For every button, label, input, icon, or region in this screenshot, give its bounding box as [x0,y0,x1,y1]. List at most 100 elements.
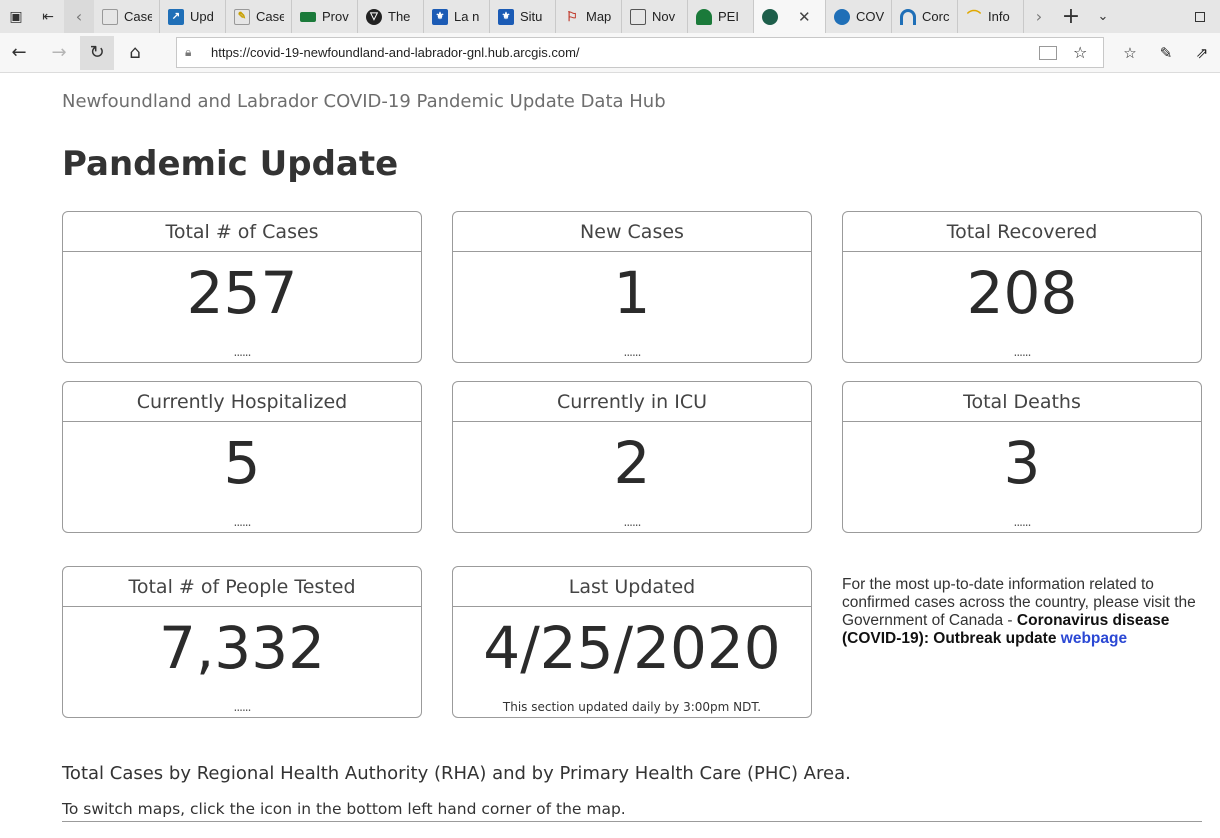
card-footer: ...... [233,700,252,714]
card-value: 257 [186,259,298,327]
card-value: 208 [966,259,1078,327]
arc-icon [834,8,850,25]
tab-3[interactable]: Prov [292,0,358,33]
favorites-list-icon[interactable]: ☆ [1112,44,1148,62]
lock-icon: 🔒︎ [185,45,192,59]
card-label: Total Recovered [843,212,1201,252]
tab-menu-chevron-icon[interactable]: ⌄ [1088,0,1118,33]
tab-manager-icon[interactable]: ▣ [0,0,32,33]
divider [62,821,1202,822]
card-label: Currently Hospitalized [63,382,421,422]
home-icon[interactable]: ⌂ [116,33,154,73]
green-flag-icon [300,11,316,22]
nav-bar: ← → ↻ ⌂ 🔒︎ https://covid-19-newfoundland… [0,33,1220,73]
tab-active[interactable]: ✕ [754,0,826,33]
tab-scroll-left-icon[interactable]: ‹ [64,0,94,33]
forward-icon[interactable]: → [40,33,78,73]
card-value: 3 [1003,429,1041,497]
total-cases-card: Total # of Cases 257 ...... [62,211,422,363]
refresh-icon[interactable]: ↻ [80,35,114,70]
tab-title: Case [256,9,284,24]
hospitalized-card: Currently Hospitalized 5 ...... [62,381,422,533]
rha-section-heading: Total Cases by Regional Health Authority… [62,763,851,784]
tab-4[interactable]: ▽ The [358,0,424,33]
card-footer: ...... [233,345,252,359]
notes-pen-icon[interactable]: ✎ [1148,44,1184,62]
back-icon[interactable]: ← [0,33,38,73]
total-recovered-card: Total Recovered 208 ...... [842,211,1202,363]
fleur-de-lis-icon: ⚜ [432,8,448,25]
tab-title: Info [988,9,1010,24]
tab-9[interactable]: PEI [688,0,754,33]
tab-title: COV [856,9,884,24]
tab-2[interactable]: ✎ Case [226,0,292,33]
tab-12[interactable]: ⌒ Info [958,0,1024,33]
tab-title: Nov [652,9,676,24]
tab-5[interactable]: ⚜ La n [424,0,490,33]
card-label: New Cases [453,212,811,252]
card-footer: ...... [1013,515,1032,529]
card-label: Last Updated [453,567,811,607]
tab-title: Prov [322,9,349,24]
address-bar[interactable]: 🔒︎ https://covid-19-newfoundland-and-lab… [176,37,1104,68]
card-value: 1 [613,259,651,327]
tab-11[interactable]: Corc [892,0,958,33]
card-label: Total # of Cases [63,212,421,252]
card-footer: ...... [623,515,642,529]
image-icon [630,8,646,25]
card-footer: ...... [623,345,642,359]
people-tested-card: Total # of People Tested 7,332 ...... [62,566,422,718]
page-title: Pandemic Update [62,144,399,184]
tab-7[interactable]: ⚐ Map [556,0,622,33]
pei-icon [696,8,712,25]
card-value: 2 [613,429,651,497]
tab-title: Corc [922,9,950,24]
tab-title: Map [586,9,612,24]
set-aside-tabs-icon[interactable]: ⇤ [32,0,64,33]
tab-strip: ▣ ⇤ ‹ Case ↗ Upd ✎ Case Prov ▽ The ⚜ La n ⚜ S… [0,0,1220,33]
chart-icon: ↗ [168,8,184,25]
url-text[interactable]: https://covid-19-newfoundland-and-labrad… [211,45,1039,60]
tab-8[interactable]: Nov [622,0,688,33]
tab-1[interactable]: ↗ Upd [160,0,226,33]
tab-title: Case [124,9,152,24]
new-tab-icon[interactable]: + [1054,0,1088,33]
card-footer: ...... [1013,345,1032,359]
restore-window-icon[interactable] [1180,0,1220,33]
document-icon [102,8,118,25]
tab-title: Upd [190,9,214,24]
info-text: For the most up-to-date information rela… [842,576,1204,648]
card-value: 4/25/2020 [483,614,781,682]
tab-title: PEI [718,9,739,24]
card-label: Total # of People Tested [63,567,421,607]
switch-maps-instruction: To switch maps, click the icon in the bo… [62,800,626,818]
pencil-document-icon: ✎ [234,8,250,25]
webpage-link[interactable]: webpage [1061,630,1127,647]
tab-10[interactable]: COV [826,0,892,33]
card-footer-note: This section updated daily by 3:00pm NDT… [502,700,762,714]
tab-scroll-right-icon[interactable]: › [1024,0,1054,33]
arc-icon [900,8,916,25]
map-pin-icon: ⚐ [566,8,578,24]
tab-title: The [388,9,411,24]
tab-title: La n [454,9,480,24]
site-title[interactable]: Newfoundland and Labrador COVID-19 Pande… [62,91,666,112]
card-value: 7,332 [158,614,326,682]
card-value: 5 [223,429,261,497]
tab-0[interactable]: Case [94,0,160,33]
card-label: Total Deaths [843,382,1201,422]
wave-icon: ⌒ [967,8,981,25]
favorite-star-icon[interactable]: ☆ [1073,43,1091,62]
icu-card: Currently in ICU 2 ...... [452,381,812,533]
tab-title: Situ [520,9,543,24]
total-deaths-card: Total Deaths 3 ...... [842,381,1202,533]
card-footer: ...... [233,515,252,529]
globe-icon [762,8,778,25]
nav-right-toolbar: ☆ ✎ ⇗ [1112,33,1220,73]
share-icon[interactable]: ⇗ [1184,44,1220,62]
shield-icon: ▽ [366,8,382,25]
tab-6[interactable]: ⚜ Situ [490,0,556,33]
reading-view-icon[interactable] [1039,45,1057,60]
fleur-de-lis-icon: ⚜ [498,8,514,25]
close-tab-icon[interactable]: ✕ [798,8,811,26]
